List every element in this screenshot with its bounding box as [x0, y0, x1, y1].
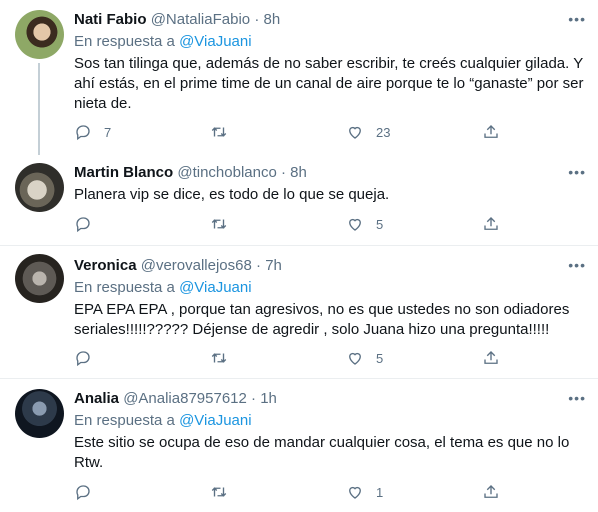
avatar[interactable]: [15, 163, 64, 212]
like-button[interactable]: 5: [346, 214, 383, 234]
separator-dot: ·: [281, 164, 286, 181]
tweet-text: Planera vip se dice, es todo de lo que s…: [74, 186, 390, 203]
share-icon: [484, 351, 498, 364]
heart-icon: [349, 218, 361, 231]
tweet-actions: 5: [74, 348, 504, 368]
retweet-icon: [211, 353, 227, 363]
tweet[interactable]: Veronica @verovallejos68 · 7h ••• En res…: [0, 246, 598, 379]
author-handle[interactable]: @Analia87957612: [123, 390, 247, 407]
thread-line: [38, 63, 40, 155]
tweet-text: Sos tan tilinga que, además de no saber …: [74, 55, 584, 112]
retweet-icon: [211, 219, 227, 229]
share-icon: [484, 485, 498, 498]
heart-icon: [349, 486, 361, 499]
more-icon[interactable]: •••: [568, 255, 586, 275]
reply-count: 7: [104, 124, 112, 140]
reply-button[interactable]: 7: [74, 122, 111, 142]
heart-icon: [349, 126, 361, 139]
reply-context: En respuesta a @ViaJuani: [74, 278, 590, 298]
reply-context: En respuesta a @ViaJuani: [74, 32, 590, 52]
timestamp[interactable]: 7h: [265, 257, 282, 274]
author-name[interactable]: Analia: [74, 390, 119, 407]
like-button[interactable]: 23: [346, 122, 390, 142]
tweet-text: Este sitio se ocupa de eso de mandar cua…: [74, 434, 570, 471]
tweet-actions: 1: [74, 482, 504, 502]
like-button[interactable]: 1: [346, 482, 383, 502]
avatar[interactable]: [15, 389, 64, 438]
separator-dot: ·: [254, 11, 260, 28]
reply-prefix: En respuesta a: [74, 33, 175, 50]
tweet-actions: 7 23: [74, 122, 504, 142]
share-icon: [484, 125, 498, 138]
separator-dot: ·: [256, 257, 262, 274]
avatar[interactable]: [15, 254, 64, 303]
reply-icon: [76, 125, 90, 141]
tweet[interactable]: Analia @Analia87957612 · 1h ••• En respu…: [0, 379, 598, 512]
timestamp[interactable]: 1h: [260, 390, 277, 407]
tweet-actions: 5: [74, 214, 504, 234]
tweet[interactable]: Martin Blanco @tinchoblanco · 8h ••• Pla…: [0, 155, 598, 246]
reply-icon: [76, 217, 90, 233]
reply-button[interactable]: [74, 214, 104, 234]
more-icon[interactable]: •••: [568, 9, 586, 29]
share-button[interactable]: [482, 122, 500, 142]
mention-link[interactable]: @ViaJuani: [179, 279, 252, 296]
reply-context: En respuesta a @ViaJuani: [74, 411, 590, 431]
mention-link[interactable]: @ViaJuani: [179, 412, 252, 429]
like-count: 23: [376, 124, 391, 140]
retweet-button[interactable]: [210, 214, 240, 234]
timestamp[interactable]: 8h: [263, 11, 280, 28]
reply-button[interactable]: [74, 348, 104, 368]
heart-icon: [349, 352, 361, 365]
reply-prefix: En respuesta a: [74, 279, 175, 296]
tweet-text: EPA EPA EPA , porque tan agresivos, no e…: [74, 301, 570, 338]
reply-prefix: En respuesta a: [74, 412, 175, 429]
share-button[interactable]: [482, 482, 500, 502]
like-count: 1: [376, 484, 384, 500]
share-button[interactable]: [482, 214, 500, 234]
more-icon[interactable]: •••: [568, 388, 586, 408]
reply-button[interactable]: [74, 482, 104, 502]
author-handle[interactable]: @verovallejos68: [141, 257, 252, 274]
author-name[interactable]: Nati Fabio: [74, 11, 147, 28]
retweet-button[interactable]: [210, 348, 240, 368]
avatar[interactable]: [15, 10, 64, 59]
retweet-button[interactable]: [210, 122, 240, 142]
author-handle[interactable]: @tinchoblanco: [177, 164, 276, 181]
like-button[interactable]: 5: [346, 348, 383, 368]
share-icon: [484, 217, 498, 230]
retweet-icon: [211, 487, 227, 497]
more-icon[interactable]: •••: [568, 162, 586, 182]
reply-icon: [76, 485, 90, 501]
tweet[interactable]: Nati Fabio @NataliaFabio · 8h ••• En res…: [0, 0, 598, 155]
like-count: 5: [376, 350, 384, 366]
mention-link[interactable]: @ViaJuani: [179, 33, 252, 50]
retweet-button[interactable]: [210, 482, 240, 502]
author-name[interactable]: Veronica: [74, 257, 137, 274]
author-name[interactable]: Martin Blanco: [74, 164, 173, 181]
reply-icon: [76, 351, 90, 367]
share-button[interactable]: [482, 348, 500, 368]
like-count: 5: [376, 216, 384, 232]
retweet-icon: [211, 127, 227, 137]
separator-dot: ·: [251, 390, 257, 407]
timestamp[interactable]: 8h: [290, 164, 307, 181]
author-handle[interactable]: @NataliaFabio: [151, 11, 250, 28]
